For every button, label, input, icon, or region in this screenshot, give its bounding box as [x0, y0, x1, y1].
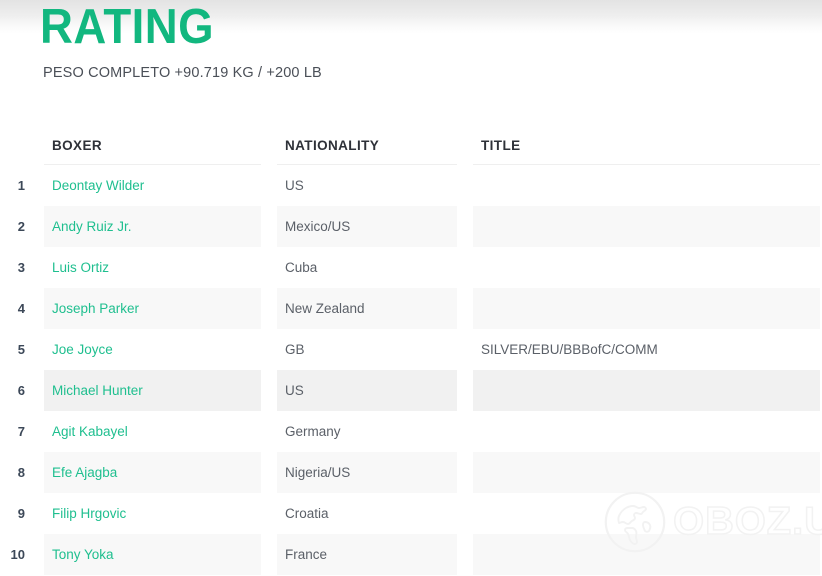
boxer-link[interactable]: Tony Yoka [44, 534, 261, 575]
title-cell [473, 247, 822, 288]
table-header-row: BOXER NATIONALITY TITLE [0, 128, 822, 165]
rank-cell: 2 [17, 219, 25, 234]
title-cell [473, 288, 822, 329]
title-cell [473, 206, 822, 247]
nationality-cell: Croatia [285, 506, 329, 521]
boxer-cell[interactable]: Luis Ortiz [44, 247, 277, 288]
title-cell [473, 493, 822, 534]
table-row[interactable]: 1 Deontay Wilder US [0, 165, 822, 206]
boxer-link[interactable]: Michael Hunter [44, 370, 261, 411]
rank-cell: 1 [17, 178, 25, 193]
column-header-boxer: BOXER [44, 128, 277, 165]
weight-class-subtitle: PESO COMPLETO +90.719 KG / +200 LB [43, 65, 322, 81]
boxer-cell[interactable]: Andy Ruiz Jr. [44, 206, 277, 247]
boxer-link[interactable]: Joe Joyce [44, 329, 261, 370]
column-header-title: TITLE [473, 128, 822, 165]
nationality-cell: GB [285, 342, 305, 357]
table-header: BOXER NATIONALITY TITLE [0, 128, 822, 165]
boxer-link[interactable]: Andy Ruiz Jr. [44, 206, 261, 247]
table-row[interactable]: 7 Agit Kabayel Germany [0, 411, 822, 452]
rank-cell: 10 [10, 547, 25, 562]
nationality-cell: Mexico/US [277, 206, 473, 247]
table-row[interactable]: 5 Joe Joyce GB SILVER/EBU/BBBofC/COMM [0, 329, 822, 370]
nationality-cell: Germany [285, 424, 341, 439]
boxer-cell[interactable]: Michael Hunter [44, 370, 277, 411]
boxer-link[interactable]: Filip Hrgovic [44, 493, 261, 534]
boxer-link[interactable]: Luis Ortiz [44, 247, 261, 288]
table-row[interactable]: 2 Andy Ruiz Jr. Mexico/US [0, 206, 822, 247]
title-cell [473, 411, 822, 452]
rank-cell: 8 [17, 465, 25, 480]
title-cell [473, 534, 822, 575]
rank-cell: 7 [17, 424, 25, 439]
nationality-cell: Cuba [285, 260, 318, 275]
rank-cell: 4 [17, 301, 25, 316]
table-row[interactable]: 10 Tony Yoka France [0, 534, 822, 575]
boxer-link[interactable]: Efe Ajagba [44, 452, 261, 493]
boxer-cell[interactable]: Agit Kabayel [44, 411, 277, 452]
boxer-link[interactable]: Joseph Parker [44, 288, 261, 329]
boxer-cell[interactable]: Filip Hrgovic [44, 493, 277, 534]
column-header-nationality: NATIONALITY [277, 128, 473, 165]
nationality-cell: New Zealand [277, 288, 473, 329]
column-header-rank [0, 128, 44, 165]
rank-cell: 3 [17, 260, 25, 275]
rating-page: RATING PESO COMPLETO +90.719 KG / +200 L… [0, 0, 822, 576]
boxer-cell[interactable]: Deontay Wilder [44, 165, 277, 206]
boxer-cell[interactable]: Joe Joyce [44, 329, 277, 370]
nationality-cell: France [277, 534, 473, 575]
nationality-cell: US [285, 178, 304, 193]
table-row[interactable]: 9 Filip Hrgovic Croatia [0, 493, 822, 534]
rank-cell: 9 [17, 506, 25, 521]
table-row[interactable]: 3 Luis Ortiz Cuba [0, 247, 822, 288]
boxer-cell[interactable]: Efe Ajagba [44, 452, 277, 493]
table-row[interactable]: 4 Joseph Parker New Zealand [0, 288, 822, 329]
title-cell: SILVER/EBU/BBBofC/COMM [481, 342, 658, 357]
title-cell [473, 165, 822, 206]
boxer-cell[interactable]: Joseph Parker [44, 288, 277, 329]
table-row[interactable]: 6 Michael Hunter US [0, 370, 822, 411]
boxer-link[interactable]: Deontay Wilder [44, 165, 261, 206]
nationality-cell: Nigeria/US [277, 452, 473, 493]
rating-table: BOXER NATIONALITY TITLE 1 Deontay Wilder… [0, 128, 822, 575]
boxer-link[interactable]: Agit Kabayel [44, 411, 261, 452]
table-body: 1 Deontay Wilder US 2 Andy Ruiz Jr. Mexi… [0, 165, 822, 575]
boxer-cell[interactable]: Tony Yoka [44, 534, 277, 575]
nationality-cell: US [277, 370, 473, 411]
rank-cell: 6 [17, 383, 25, 398]
title-cell [473, 370, 822, 411]
title-cell [473, 452, 822, 493]
table-row[interactable]: 8 Efe Ajagba Nigeria/US [0, 452, 822, 493]
page-title: RATING [40, 0, 215, 54]
rank-cell: 5 [17, 342, 25, 357]
